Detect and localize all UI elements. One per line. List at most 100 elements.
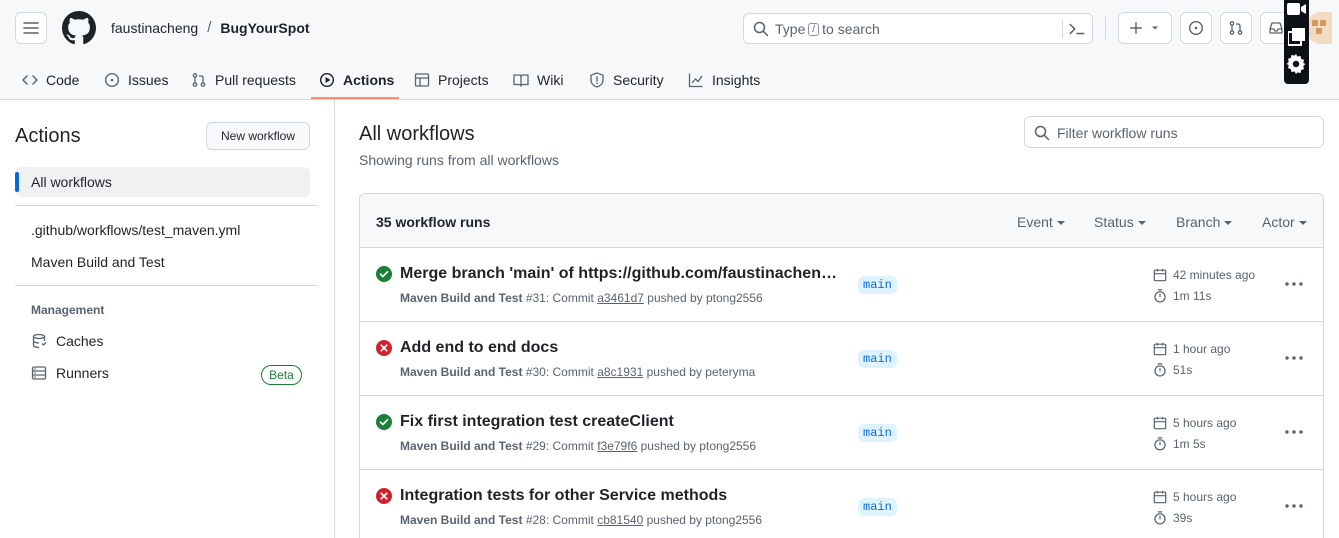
run-title-link[interactable]: Integration tests for other Service meth… <box>400 487 727 505</box>
hamburger-icon <box>23 22 39 34</box>
run-meta: Maven Build and Test #28: Commit cb81540… <box>400 513 763 527</box>
kebab-horizontal-icon <box>1285 282 1303 286</box>
kebab-horizontal-icon <box>1285 430 1303 434</box>
search-placeholder: Type / to search <box>775 21 880 37</box>
selected-indicator <box>15 172 19 192</box>
branch-label[interactable]: main <box>858 350 897 368</box>
run-title-link[interactable]: Merge branch 'main' of https://github.co… <box>400 265 840 283</box>
database-icon <box>32 333 47 349</box>
event-filter-button[interactable]: Event <box>1017 214 1065 230</box>
run-duration: 1m 5s <box>1153 437 1206 451</box>
sidebar-item-caches[interactable]: Caches <box>31 333 103 349</box>
code-icon <box>22 75 38 85</box>
tab-wiki-label: Wiki <box>537 72 564 88</box>
commit-label: Commit <box>552 513 594 527</box>
run-number: #28 <box>525 513 546 527</box>
tab-projects-label: Projects <box>438 72 489 88</box>
issue-opened-icon <box>104 72 120 88</box>
run-title-link[interactable]: Fix first integration test createClient <box>400 413 674 431</box>
commit-sha-link[interactable]: a8c1931 <box>597 365 643 379</box>
github-logo-icon[interactable] <box>62 11 96 45</box>
menu-button[interactable] <box>15 12 47 44</box>
sidebar-item-runners[interactable]: Runners <box>31 365 109 381</box>
run-number: #29 <box>525 439 546 453</box>
status-filter-button[interactable]: Status <box>1094 214 1146 230</box>
tab-code[interactable]: Code <box>22 60 79 100</box>
sidebar-item-all-workflows[interactable]: All workflows <box>15 167 310 197</box>
tab-insights[interactable]: Insights <box>688 60 760 100</box>
issues-button[interactable] <box>1180 12 1212 44</box>
screen-recorder-overlay <box>1284 0 1309 84</box>
run-menu-button[interactable] <box>1278 348 1310 368</box>
repo-name-link[interactable]: BugYourSpot <box>220 20 309 36</box>
tab-pull-requests[interactable]: Pull requests <box>191 60 296 100</box>
commit-label: Commit <box>552 439 594 453</box>
run-title-link[interactable]: Add end to end docs <box>400 339 558 357</box>
commit-sha-link[interactable]: a3461d7 <box>597 291 644 305</box>
play-icon <box>319 72 335 88</box>
workflow-run-row[interactable]: Merge branch 'main' of https://github.co… <box>360 248 1323 322</box>
tab-security[interactable]: Security <box>589 60 664 100</box>
shield-icon <box>590 72 604 88</box>
repo-owner-link[interactable]: faustinacheng <box>111 20 198 36</box>
commit-sha-link[interactable]: cb81540 <box>597 513 643 527</box>
tab-security-label: Security <box>613 72 664 88</box>
command-palette-icon[interactable] <box>1068 20 1086 38</box>
workflow-run-row[interactable]: Integration tests for other Service meth… <box>360 470 1323 538</box>
run-workflow-name: Maven Build and Test <box>400 439 523 453</box>
copy-window-icon[interactable] <box>1288 28 1306 46</box>
branch-label[interactable]: main <box>858 276 897 294</box>
run-number: #31 <box>525 291 546 305</box>
tab-issues[interactable]: Issues <box>104 60 168 100</box>
chevron-down-icon <box>1137 221 1146 225</box>
page-title: All workflows <box>359 123 475 145</box>
tab-actions-label: Actions <box>343 72 395 88</box>
run-menu-button[interactable] <box>1278 496 1310 516</box>
video-camera-icon[interactable] <box>1287 2 1307 16</box>
workflow-run-row[interactable]: Fix first integration test createClient … <box>360 396 1323 470</box>
run-duration-value: 1m 11s <box>1173 289 1212 303</box>
issue-opened-icon <box>1188 20 1204 36</box>
run-timestamp: 1 hour ago <box>1153 342 1230 356</box>
run-meta: Maven Build and Test #29: Commit f3e79f6… <box>400 439 757 453</box>
branch-label[interactable]: main <box>858 424 897 442</box>
run-menu-button[interactable] <box>1278 422 1310 442</box>
gear-icon[interactable] <box>1286 54 1306 74</box>
branch-label[interactable]: main <box>858 498 897 516</box>
tab-issues-label: Issues <box>128 72 169 88</box>
tab-wiki[interactable]: Wiki <box>513 60 563 100</box>
check-circle-icon <box>376 266 392 282</box>
filter-workflow-runs-input[interactable]: Filter workflow runs <box>1024 116 1324 148</box>
run-menu-button[interactable] <box>1278 274 1310 294</box>
x-circle-icon <box>376 340 392 356</box>
commit-sha-link[interactable]: f3e79f6 <box>597 439 637 453</box>
table-icon <box>414 73 430 87</box>
branch-filter-button[interactable]: Branch <box>1176 214 1233 230</box>
app-header: faustinacheng / BugYourSpot Type / to se… <box>0 0 1339 100</box>
sidebar-item-workflow-file[interactable]: .github/workflows/test_maven.yml <box>31 222 240 238</box>
search-input[interactable]: Type / to search <box>743 13 1093 44</box>
search-shortcut-key: / <box>808 22 820 36</box>
pull-requests-button[interactable] <box>1220 12 1252 44</box>
run-workflow-name: Maven Build and Test <box>400 291 523 305</box>
tab-actions[interactable]: Actions <box>319 60 394 100</box>
run-duration-value: 1m 5s <box>1173 437 1206 451</box>
run-meta: Maven Build and Test #31: Commit a3461d7… <box>400 291 763 305</box>
sidebar-item-all-workflows-label: All workflows <box>31 174 112 190</box>
run-duration-value: 39s <box>1173 511 1193 525</box>
sidebar-item-maven-build[interactable]: Maven Build and Test <box>31 254 165 270</box>
run-time-ago: 5 hours ago <box>1173 490 1237 504</box>
chevron-down-icon <box>1056 221 1065 225</box>
sidebar-divider <box>15 285 318 286</box>
workflow-run-row[interactable]: Add end to end docs Maven Build and Test… <box>360 322 1323 396</box>
create-new-button[interactable] <box>1118 12 1172 44</box>
new-workflow-button[interactable]: New workflow <box>206 122 310 150</box>
avatar[interactable] <box>1306 12 1332 44</box>
search-icon <box>753 21 769 37</box>
tab-projects[interactable]: Projects <box>414 60 489 100</box>
plus-icon <box>1130 22 1142 34</box>
graph-icon <box>688 73 703 88</box>
filter-placeholder: Filter workflow runs <box>1057 125 1178 141</box>
avatar-identicon-icon <box>1306 12 1332 44</box>
actor-filter-button[interactable]: Actor <box>1262 214 1307 230</box>
